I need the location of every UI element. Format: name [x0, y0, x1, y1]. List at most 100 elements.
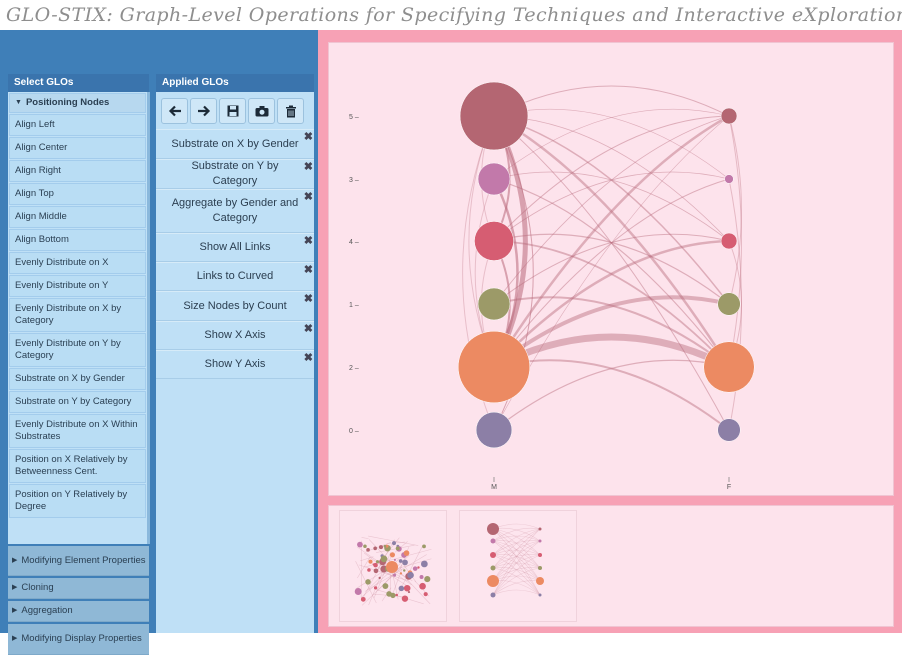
glo-option[interactable]: Evenly Distribute on X by Category — [9, 298, 146, 332]
graph-node-m — [478, 163, 510, 195]
thumbnail-node — [400, 572, 402, 574]
thumbnail-link — [493, 541, 540, 581]
glo-option[interactable]: Position on Y Relatively by Degree — [9, 484, 146, 518]
remove-glo-icon[interactable]: ✖ — [304, 190, 313, 205]
glo-option[interactable]: Evenly Distribute on Y by Category — [9, 333, 146, 367]
thumbnail-node — [404, 585, 411, 592]
applied-glo-label: Size Nodes by Count — [183, 299, 286, 314]
applied-glo: Show X Axis ✖ — [156, 321, 314, 350]
graph-node-f — [725, 175, 734, 184]
graph-node-f — [718, 419, 741, 442]
glo-option[interactable]: Align Left — [9, 114, 146, 136]
applied-glo-label: Links to Curved — [197, 269, 273, 284]
thumbnail-link — [493, 529, 540, 595]
thumbnail-node — [490, 552, 496, 558]
remove-glo-icon[interactable]: ✖ — [304, 263, 313, 278]
snapshot-button[interactable] — [248, 98, 275, 124]
applied-glo-label: Substrate on X by Gender — [171, 137, 298, 152]
thumbnail-graph-substrate — [460, 511, 576, 621]
glo-option[interactable]: Align Center — [9, 137, 146, 159]
glo-option-label: Align Top — [15, 188, 54, 200]
thumbnail-node — [382, 583, 388, 589]
glo-option-label: Align Center — [15, 142, 67, 154]
glo-option[interactable]: Evenly Distribute on X Within Substrates — [9, 414, 146, 448]
trash-icon — [285, 105, 297, 118]
thumbnail-node — [417, 566, 419, 568]
thumbnail-node — [487, 575, 499, 587]
graph-canvas[interactable]: 5 –3 –4 –1 –2 –0 –MF — [328, 42, 894, 496]
delete-button[interactable] — [277, 98, 304, 124]
applied-glo: Aggregate by Gender and Category✖ — [156, 189, 314, 233]
thumbnail-node — [357, 542, 363, 548]
glo-option[interactable]: Evenly Distribute on Y — [9, 275, 146, 297]
y-axis-tick-label: 2 – — [349, 365, 359, 372]
thumbnail-link — [493, 529, 540, 555]
thumbnail-node — [374, 586, 377, 589]
collapsed-group[interactable]: ▶Cloning — [8, 578, 149, 599]
glo-list[interactable]: ▼Positioning Nodes Align Left Align Center… — [8, 92, 150, 544]
thumbnail-node — [491, 593, 496, 598]
thumbnail-node — [379, 545, 383, 549]
thumbnail-link — [377, 590, 424, 604]
glo-option[interactable]: Align Right — [9, 160, 146, 182]
thumbnail-link — [493, 590, 540, 595]
remove-glo-icon[interactable]: ✖ — [304, 130, 313, 145]
thumbnail-node — [367, 568, 371, 572]
remove-glo-icon[interactable]: ✖ — [304, 351, 313, 366]
applied-glo-label: Show Y Axis — [205, 357, 266, 372]
thumbnail-node — [491, 539, 496, 544]
thumbnail-node — [404, 550, 410, 556]
visualization-area: 5 –3 –4 –1 –2 –0 –MF — [318, 30, 902, 633]
save-button[interactable] — [219, 98, 246, 124]
applied-glo-label: Show X Axis — [204, 328, 265, 343]
collapsed-triangle-icon: ▶ — [12, 582, 17, 594]
app-title: GLO-STIX: Graph-Level Operations for Spe… — [6, 4, 902, 26]
remove-glo-icon[interactable]: ✖ — [304, 322, 313, 337]
collapsed-group[interactable]: ▶Modifying Element Properties — [8, 546, 149, 576]
graph-node-m — [478, 288, 510, 320]
glo-option[interactable]: Align Top — [9, 183, 146, 205]
graph-link — [729, 116, 742, 304]
glo-option[interactable]: Align Middle — [9, 206, 146, 228]
applied-glo: Show All Links✖ — [156, 233, 314, 262]
glo-option-label: Align Left — [15, 119, 55, 131]
graph-node-m — [460, 82, 528, 150]
thumbnail-node — [539, 594, 542, 597]
graph-link — [494, 116, 729, 367]
thumbnail-node — [373, 547, 377, 551]
glo-option[interactable]: Position on X Relatively by Betweenness … — [9, 449, 146, 483]
group-positioning-nodes[interactable]: ▼Positioning Nodes — [9, 93, 146, 113]
glo-option-label: Substrate on X by Gender — [15, 373, 125, 385]
thumbnail-node — [402, 560, 408, 566]
thumbnail-node — [393, 574, 396, 577]
thumbnail-link — [493, 529, 540, 595]
thumbnail-node — [396, 546, 400, 550]
collapsed-group[interactable]: ▶Aggregation — [8, 601, 149, 622]
save-icon — [227, 105, 239, 117]
thumbnail-node — [539, 528, 542, 531]
glo-option[interactable]: Evenly Distribute on X — [9, 252, 146, 274]
history-thumbnail-2[interactable] — [459, 510, 577, 622]
group-label: Positioning Nodes — [26, 97, 109, 109]
back-button[interactable] — [161, 98, 188, 124]
glo-option[interactable]: Align Bottom — [9, 229, 146, 251]
collapsed-group[interactable]: ▶Modifying Display Properties — [8, 624, 149, 655]
glo-option-label: Evenly Distribute on Y — [15, 280, 108, 292]
thumbnail-node — [420, 575, 424, 579]
collapsed-group-label: Modifying Element Properties — [21, 555, 145, 567]
forward-button[interactable] — [190, 98, 217, 124]
y-axis-tick-label: 4 – — [349, 239, 359, 246]
applied-glo: Show Y Axis ✖ — [156, 350, 314, 379]
remove-glo-icon[interactable]: ✖ — [304, 234, 313, 249]
remove-glo-icon[interactable]: ✖ — [304, 160, 313, 175]
history-thumbnail-1[interactable] — [339, 510, 447, 622]
glo-option[interactable]: Substrate on X by Gender — [9, 368, 146, 390]
glo-option-label: Align Right — [15, 165, 61, 177]
thumbnail-node — [366, 548, 370, 552]
glo-option[interactable]: Substrate on Y by Category — [9, 391, 146, 413]
thumbnail-link — [362, 537, 369, 538]
thumbnail-link — [493, 541, 540, 581]
remove-glo-icon[interactable]: ✖ — [304, 292, 313, 307]
thumbnail-link — [493, 555, 540, 581]
thumbnail-node — [421, 561, 428, 568]
